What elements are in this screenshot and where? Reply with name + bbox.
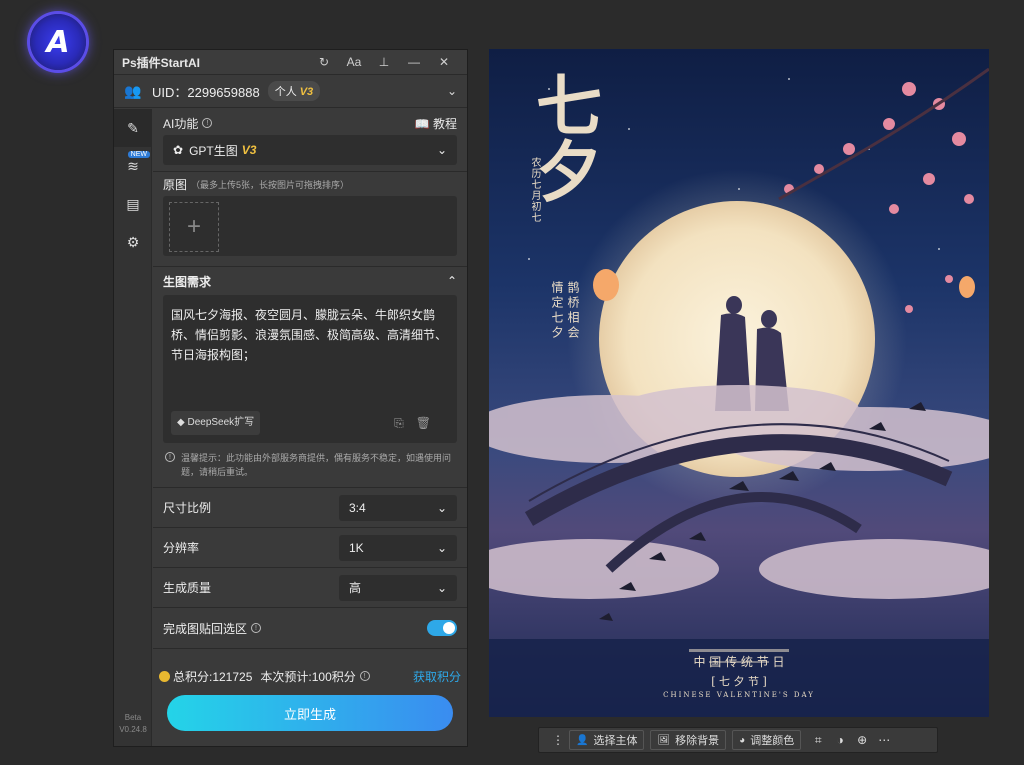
prompt-text: 国风七夕海报、夜空圆月、朦胧云朵、牛郎织女鹊桥、情侣剪影、浪漫氛围感、极简高级、…: [171, 308, 448, 362]
paste-back-toggle[interactable]: [427, 620, 457, 636]
select-subject-button[interactable]: 👤 选择主体: [569, 730, 645, 750]
minimize-icon[interactable]: —: [399, 55, 429, 69]
poster-footer-line3: CHINESE VALENTINE'S DAY: [663, 691, 815, 699]
poster-lunar-date: 农历七月初七: [529, 157, 540, 223]
tutorial-link[interactable]: 📖 教程: [415, 115, 457, 132]
context-toolbar: ⋮ 👤 选择主体 🖼 移除背景 ◕ 调整颜色 ⌗ ◑ ⊕ ⋯: [538, 727, 938, 753]
sidebar: ✎ ≋ NEW ▤ ⚙ Beta V0.24.8: [114, 109, 152, 746]
remove-background-button[interactable]: 🖼 移除背景: [650, 730, 727, 750]
pencil-icon: ✎: [127, 119, 139, 136]
total-credits: 总积分:121725: [173, 669, 253, 684]
info-icon: !: [165, 452, 175, 462]
lantern: [959, 276, 975, 298]
gear-icon: ⚙: [126, 233, 140, 250]
ai-function-label: AI功能: [163, 116, 199, 131]
credits-bar: 总积分:121725 本次预计:100积分 ! 获取积分: [153, 663, 467, 689]
clipboard-icon: ▤: [126, 195, 140, 212]
ratio-label: 尺寸比例: [163, 501, 212, 515]
crop-icon[interactable]: ⌗: [807, 733, 829, 748]
lantern: [593, 269, 619, 301]
poster-poem-right: 鹊桥相会: [566, 281, 580, 341]
ratio-select[interactable]: 3:4 ⌄: [339, 494, 457, 521]
new-badge: NEW: [127, 151, 150, 158]
ai-function-section: AI功能 ! 📖 教程 ✿ GPT生图 V3 ⌄: [153, 109, 467, 165]
paste-back-row: 完成图贴回选区 !: [153, 608, 467, 648]
image-icon: 🖼: [657, 734, 671, 746]
palette-icon: ◕: [739, 734, 746, 746]
flower-icon: ✿: [173, 143, 184, 157]
pin-icon[interactable]: ⊥: [369, 55, 399, 69]
sidebar-item-edit[interactable]: ✎: [114, 109, 152, 147]
paste-back-label: 完成图贴回选区: [163, 621, 248, 636]
model-select[interactable]: ✿ GPT生图 V3 ⌄: [163, 135, 457, 165]
service-tip: ! 温馨提示：此功能由外部服务商提供，偶有服务不稳定，如遇使用问题，请稍后重试。: [163, 443, 457, 487]
prompt-section: 生图需求 ⌃ 国风七夕海报、夜空圆月、朦胧云朵、牛郎织女鹊桥、情侣剪影、浪漫氛围感…: [153, 267, 467, 487]
canvas-poster-image[interactable]: 七夕 农历七月初七 鹊桥相会 情定七夕 中 国 传 统 节 日 [ 七 夕 节 …: [489, 49, 989, 717]
source-image-title: 原图: [163, 177, 188, 192]
sidebar-item-layers[interactable]: ≋ NEW: [114, 147, 152, 185]
model-tier: V3: [241, 143, 257, 157]
plugin-panel: Ps插件StartAI ↻ Aa ⊥ — ✕ 👥 UID：2299659888 …: [113, 49, 468, 747]
upload-hint: （最多上传5张，长按图片可拖拽排序）: [191, 179, 350, 190]
coin-icon: [159, 670, 170, 682]
model-name: GPT生图: [189, 143, 238, 158]
sidebar-item-settings[interactable]: ⚙: [114, 223, 152, 261]
deepseek-expand-button[interactable]: ◆ DeepSeek扩写: [171, 411, 261, 435]
generate-button[interactable]: 立即生成: [167, 695, 453, 731]
refresh-icon[interactable]: ↻: [309, 55, 339, 69]
uid-text: UID：2299659888: [152, 84, 260, 100]
quality-select[interactable]: 高 ⌄: [339, 574, 457, 601]
more-icon[interactable]: ⋯: [873, 733, 895, 747]
chevron-down-icon[interactable]: ⌄: [447, 84, 457, 98]
trash-icon[interactable]: 🗑: [416, 416, 443, 430]
chevron-up-icon[interactable]: ⌃: [447, 274, 457, 288]
adjust-color-button[interactable]: ◕ 调整颜色: [732, 730, 802, 750]
panel-title: Ps插件StartAI: [122, 55, 201, 70]
person-icon: 👤: [576, 734, 589, 746]
version-label: Beta V0.24.8: [119, 713, 147, 734]
prompt-tools: ⎘🗑: [394, 413, 443, 433]
account-bar[interactable]: 👥 UID：2299659888 个人 V3 ⌄: [114, 75, 467, 108]
close-icon[interactable]: ✕: [429, 55, 459, 69]
add-layer-icon[interactable]: ⊕: [851, 733, 873, 747]
main-content: AI功能 ! 📖 教程 ✿ GPT生图 V3 ⌄ 原图 （最多上传5张，长按图片可拖…: [153, 109, 467, 731]
users-icon: 👥: [124, 82, 142, 99]
info-icon[interactable]: !: [359, 671, 370, 681]
contrast-icon[interactable]: ◑: [829, 733, 851, 747]
source-image-section: 原图 （最多上传5张，长按图片可拖拽排序） +: [153, 172, 467, 256]
startai-logo[interactable]: A: [30, 14, 86, 70]
plus-icon: +: [186, 213, 201, 240]
estimated-credits: 本次预计:100积分: [260, 669, 356, 684]
get-credits-link[interactable]: 获取积分: [413, 668, 461, 685]
drag-handle-icon[interactable]: ⋮: [547, 733, 569, 747]
logo-a-icon: A: [46, 24, 70, 60]
chevron-down-icon: ⌄: [436, 580, 447, 595]
quality-label: 生成质量: [163, 581, 212, 595]
whale-icon: ◆: [177, 417, 185, 428]
poster-footer-line2: [ 七 夕 节 ]: [711, 675, 767, 688]
layers-icon: ≋: [127, 157, 139, 174]
image-upload-area[interactable]: +: [163, 196, 457, 256]
chevron-down-icon: ⌄: [436, 143, 447, 157]
resolution-label: 分辨率: [163, 541, 200, 555]
history-icon[interactable]: ⎘: [394, 416, 416, 430]
resolution-row: 分辨率 1K ⌄: [153, 528, 467, 568]
poster-poem-left: 情定七夕: [550, 281, 564, 341]
sidebar-item-notes[interactable]: ▤: [114, 185, 152, 223]
ratio-row: 尺寸比例 3:4 ⌄: [153, 488, 467, 528]
book-icon: 📖: [414, 116, 430, 131]
panel-titlebar: Ps插件StartAI ↻ Aa ⊥ — ✕: [114, 50, 467, 75]
poster-footer-line1: 中 国 传 统 节 日: [693, 655, 785, 669]
prompt-textarea[interactable]: 国风七夕海报、夜空圆月、朦胧云朵、牛郎织女鹊桥、情侣剪影、浪漫氛围感、极简高级、…: [163, 295, 457, 443]
info-icon[interactable]: !: [251, 623, 262, 633]
font-size-icon[interactable]: Aa: [339, 55, 369, 69]
info-icon[interactable]: !: [202, 118, 213, 128]
quality-row: 生成质量 高 ⌄: [153, 568, 467, 608]
prompt-header: 生图需求: [163, 274, 212, 289]
account-tier-badge: 个人 V3: [267, 81, 321, 101]
resolution-select[interactable]: 1K ⌄: [339, 534, 457, 561]
chevron-down-icon: ⌄: [436, 540, 447, 555]
add-image-button[interactable]: +: [169, 202, 219, 252]
chevron-down-icon: ⌄: [436, 500, 447, 515]
